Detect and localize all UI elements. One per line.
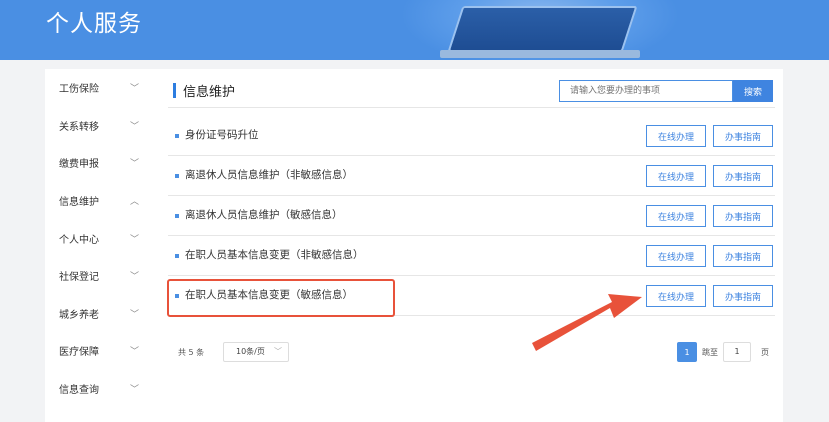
arrow-annotation — [532, 294, 642, 351]
arrow-annotation-shape — [532, 294, 642, 351]
